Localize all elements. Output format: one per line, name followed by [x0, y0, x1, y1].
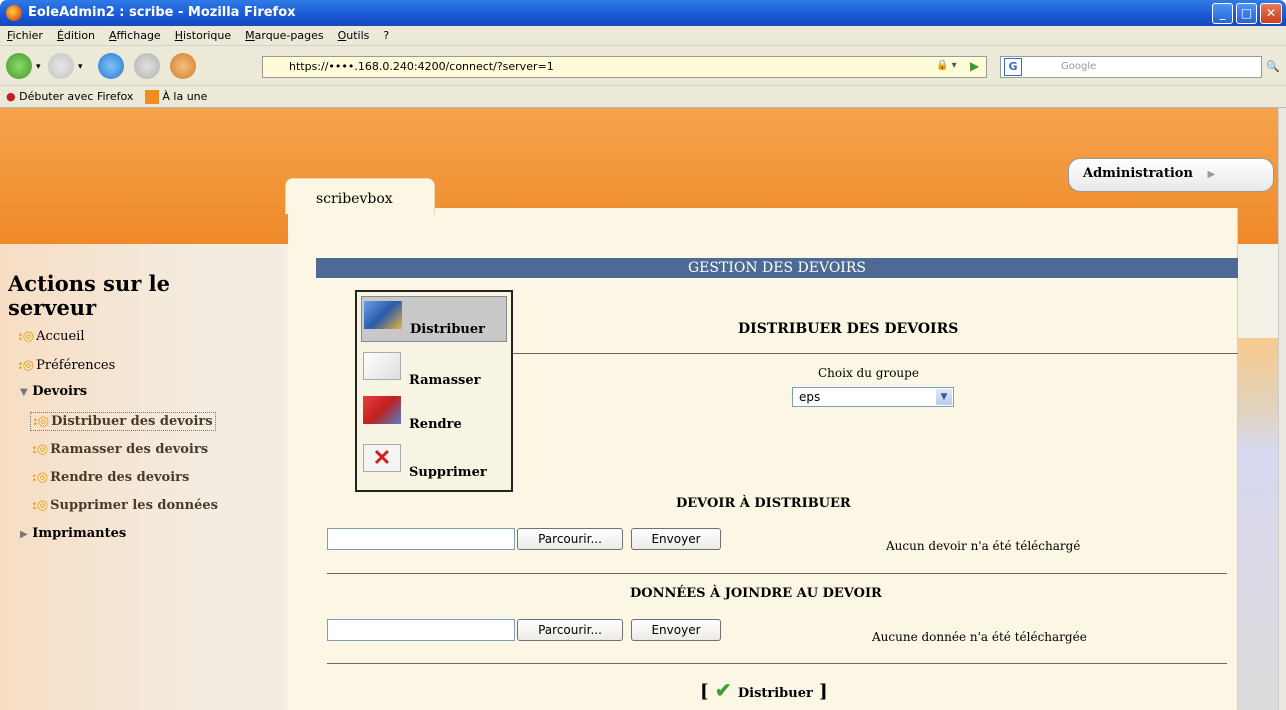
expand-icon: ▼ [20, 387, 28, 398]
bullet-icon: :◎ [32, 470, 49, 485]
section-header: GESTION DES DEVOIRS [316, 258, 1238, 278]
collapse-icon: ▶ [20, 529, 28, 540]
delete-icon: ✕ [363, 444, 401, 472]
search-input[interactable]: Google [1000, 56, 1262, 78]
sidebar-subitem-rendre[interactable]: :◎ Rendre des devoirs [32, 470, 189, 485]
decor-stripe [1238, 338, 1278, 710]
back-icon[interactable] [6, 53, 32, 79]
reload-icon[interactable] [98, 53, 124, 79]
getting-started-icon: ● [6, 90, 16, 103]
menu-edition[interactable]: Édition [50, 26, 102, 46]
menu-affichage[interactable]: Affichage [102, 26, 168, 46]
form-title: DISTRIBUER DES DEVOIRS [738, 321, 959, 337]
sidebar-item-devoirs[interactable]: ▼ Devoirs [20, 384, 87, 399]
devoir-send-button[interactable]: Envoyer [631, 528, 721, 550]
page-viewport: scribevbox Administration ▶ Actions sur … [0, 108, 1286, 710]
menu-historique[interactable]: Historique [168, 26, 238, 46]
devoir-file-input[interactable] [327, 528, 515, 550]
devoir-section-title: DEVOIR À DISTRIBUER [676, 496, 851, 511]
sidebar-item-accueil[interactable]: :◎ Accueil [18, 329, 85, 344]
action-rendre-button[interactable]: Rendre [361, 392, 507, 436]
sidebar-item-imprimantes[interactable]: ▶ Imprimantes [20, 526, 126, 541]
distribute-icon [364, 301, 402, 329]
divider [327, 573, 1227, 574]
data-send-button[interactable]: Envoyer [631, 619, 721, 641]
close-button[interactable]: ✕ [1260, 3, 1282, 24]
devoir-browse-button[interactable]: Parcourir... [517, 528, 623, 550]
url-bar[interactable]: https://••••.168.0.240:4200/connect/?ser… [262, 56, 987, 78]
divider [513, 353, 1238, 354]
divider [327, 663, 1227, 664]
menu-outils[interactable]: Outils [331, 26, 377, 46]
bookmarks-toolbar: ● Débuter avec Firefox À la une [0, 86, 1286, 108]
google-engine-icon[interactable]: G [1004, 58, 1022, 76]
menu-bar: Fichier Édition Affichage Historique Marque-… [0, 26, 1286, 46]
group-select[interactable]: eps ▼ [792, 387, 954, 407]
tab-scribevbox[interactable]: scribevbox [285, 178, 435, 214]
url-text: https://••••.168.0.240:4200/connect/?ser… [289, 60, 554, 73]
administration-button[interactable]: Administration ▶ [1068, 158, 1274, 192]
action-distribuer-button[interactable]: Distribuer [361, 296, 507, 342]
vertical-scrollbar[interactable] [1278, 108, 1286, 710]
bookmark-headlines[interactable]: À la une [162, 90, 207, 103]
bullet-icon: :◎ [33, 414, 50, 429]
forward-icon[interactable] [48, 53, 74, 79]
bullet-icon: :◎ [18, 358, 35, 373]
go-icon[interactable]: ▶ [970, 59, 979, 73]
home-icon[interactable] [170, 53, 196, 79]
bullet-icon: :◎ [18, 329, 35, 344]
action-menu: Distribuer Ramasser Rendre ✕ Supprimer [355, 290, 513, 492]
sidebar-subitem-distribuer[interactable]: :◎ Distribuer des devoirs [30, 412, 216, 431]
data-section-title: DONNÉES À JOINDRE AU DEVOIR [630, 586, 882, 601]
menu-fichier[interactable]: Fichier [0, 26, 50, 46]
action-supprimer-button[interactable]: ✕ Supprimer [361, 440, 507, 484]
collect-icon [363, 352, 401, 380]
return-icon [363, 396, 401, 424]
lock-icon[interactable]: 🔒 ▾ [936, 60, 957, 71]
back-dropdown-icon[interactable]: ▾ [36, 62, 41, 72]
group-label: Choix du groupe [818, 366, 919, 380]
sidebar-subitem-ramasser[interactable]: :◎ Ramasser des devoirs [32, 442, 208, 457]
forward-dropdown-icon[interactable]: ▾ [78, 62, 83, 72]
data-file-input[interactable] [327, 619, 515, 641]
navigation-toolbar: ▾ ▾ https://••••.168.0.240:4200/connect/… [0, 46, 1286, 86]
data-status: Aucune donnée n'a été téléchargée [872, 630, 1087, 644]
search-icon[interactable]: 🔍 [1266, 60, 1280, 73]
bookmark-getting-started[interactable]: Débuter avec Firefox [19, 90, 133, 103]
menu-marque-pages[interactable]: Marque-pages [238, 26, 330, 46]
checkmark-icon: ✔ [714, 678, 732, 702]
devoir-status: Aucun devoir n'a été téléchargé [886, 539, 1081, 553]
maximize-button[interactable]: □ [1236, 3, 1257, 24]
stop-icon[interactable] [134, 53, 160, 79]
window-title-bar: EoleAdmin2 : scribe - Mozilla Firefox [0, 0, 1286, 26]
menu-help[interactable]: ? [376, 26, 396, 46]
sidebar-title: Actions sur le serveur [8, 271, 170, 320]
rss-icon [144, 90, 159, 104]
minimize-button[interactable]: _ [1212, 3, 1233, 24]
bullet-icon: :◎ [32, 442, 49, 457]
bullet-icon: :◎ [32, 498, 49, 513]
chevron-down-icon: ▼ [936, 389, 952, 405]
sidebar-subitem-supprimer[interactable]: :◎ Supprimer les données [32, 498, 218, 513]
arrow-right-icon: ▶ [1207, 169, 1216, 180]
firefox-logo-icon [6, 5, 22, 21]
window-title: EoleAdmin2 : scribe - Mozilla Firefox [28, 5, 296, 20]
action-ramasser-button[interactable]: Ramasser [361, 348, 507, 392]
data-browse-button[interactable]: Parcourir... [517, 619, 623, 641]
sidebar-item-preferences[interactable]: :◎ Préférences [18, 358, 115, 373]
submit-distribuer-button[interactable]: [ ✔ Distribuer ] [700, 678, 828, 702]
